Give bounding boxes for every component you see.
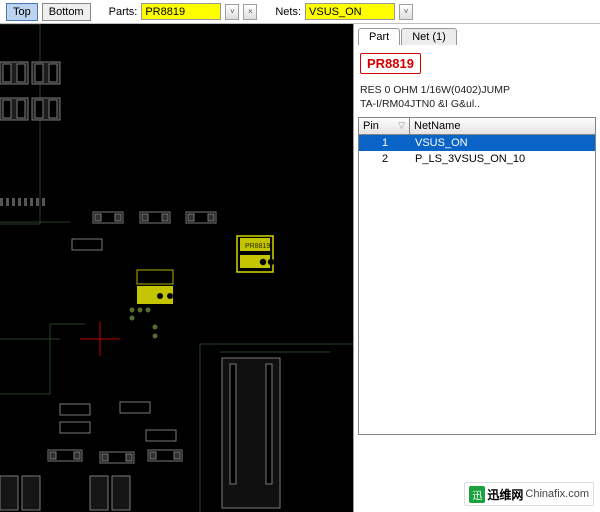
panel-tabs: Part Net (1) xyxy=(354,24,600,45)
table-row[interactable]: 2P_LS_3VSUS_ON_10 xyxy=(359,151,595,167)
column-netname[interactable]: NetName xyxy=(410,117,596,135)
watermark-cn: 迅维网 xyxy=(487,486,523,503)
pcb-viewport[interactable]: PR8819 xyxy=(0,24,353,512)
sort-icon[interactable]: ▽ xyxy=(398,120,405,131)
parts-clear-icon[interactable]: × xyxy=(243,4,257,20)
part-name: PR8819 xyxy=(360,53,421,74)
info-panel: Part Net (1) PR8819 RES 0 OHM 1/16W(0402… xyxy=(353,24,600,512)
nets-dropdown-icon[interactable]: ˅ xyxy=(399,4,413,20)
main-area: PR8819 Part Net xyxy=(0,24,600,512)
svg-text:PR8819: PR8819 xyxy=(245,243,270,250)
parts-dropdown-icon[interactable]: ˅ xyxy=(225,4,239,20)
parts-label: Parts: xyxy=(109,6,138,18)
highlighted-part[interactable]: PR8819 xyxy=(237,236,274,272)
nets-label: Nets: xyxy=(275,6,301,18)
part-name-box: PR8819 xyxy=(360,53,594,74)
layer-top-button[interactable]: Top xyxy=(6,3,38,21)
watermark-badge-icon: 迅 xyxy=(469,486,485,503)
watermark: 迅 迅维网 Chinafix.com xyxy=(464,482,594,506)
nets-input[interactable] xyxy=(305,3,395,20)
column-pin[interactable]: Pin▽ xyxy=(358,117,410,135)
pcb-canvas: PR8819 xyxy=(0,24,353,512)
top-toolbar: Top Bottom Parts: ˅ × Nets: ˅ xyxy=(0,0,600,24)
parts-input[interactable] xyxy=(141,3,221,20)
pin-table: Pin▽ NetName 1VSUS_ON2P_LS_3VSUS_ON_10 xyxy=(358,117,596,435)
table-row[interactable]: 1VSUS_ON xyxy=(359,135,595,151)
tab-part[interactable]: Part xyxy=(358,28,400,45)
tab-net[interactable]: Net (1) xyxy=(401,28,457,45)
watermark-en: Chinafix.com xyxy=(525,488,589,500)
layer-bottom-button[interactable]: Bottom xyxy=(42,3,91,21)
part-description: RES 0 OHM 1/16W(0402)JUMPTA-I/RM04JTN0 &… xyxy=(360,84,594,111)
